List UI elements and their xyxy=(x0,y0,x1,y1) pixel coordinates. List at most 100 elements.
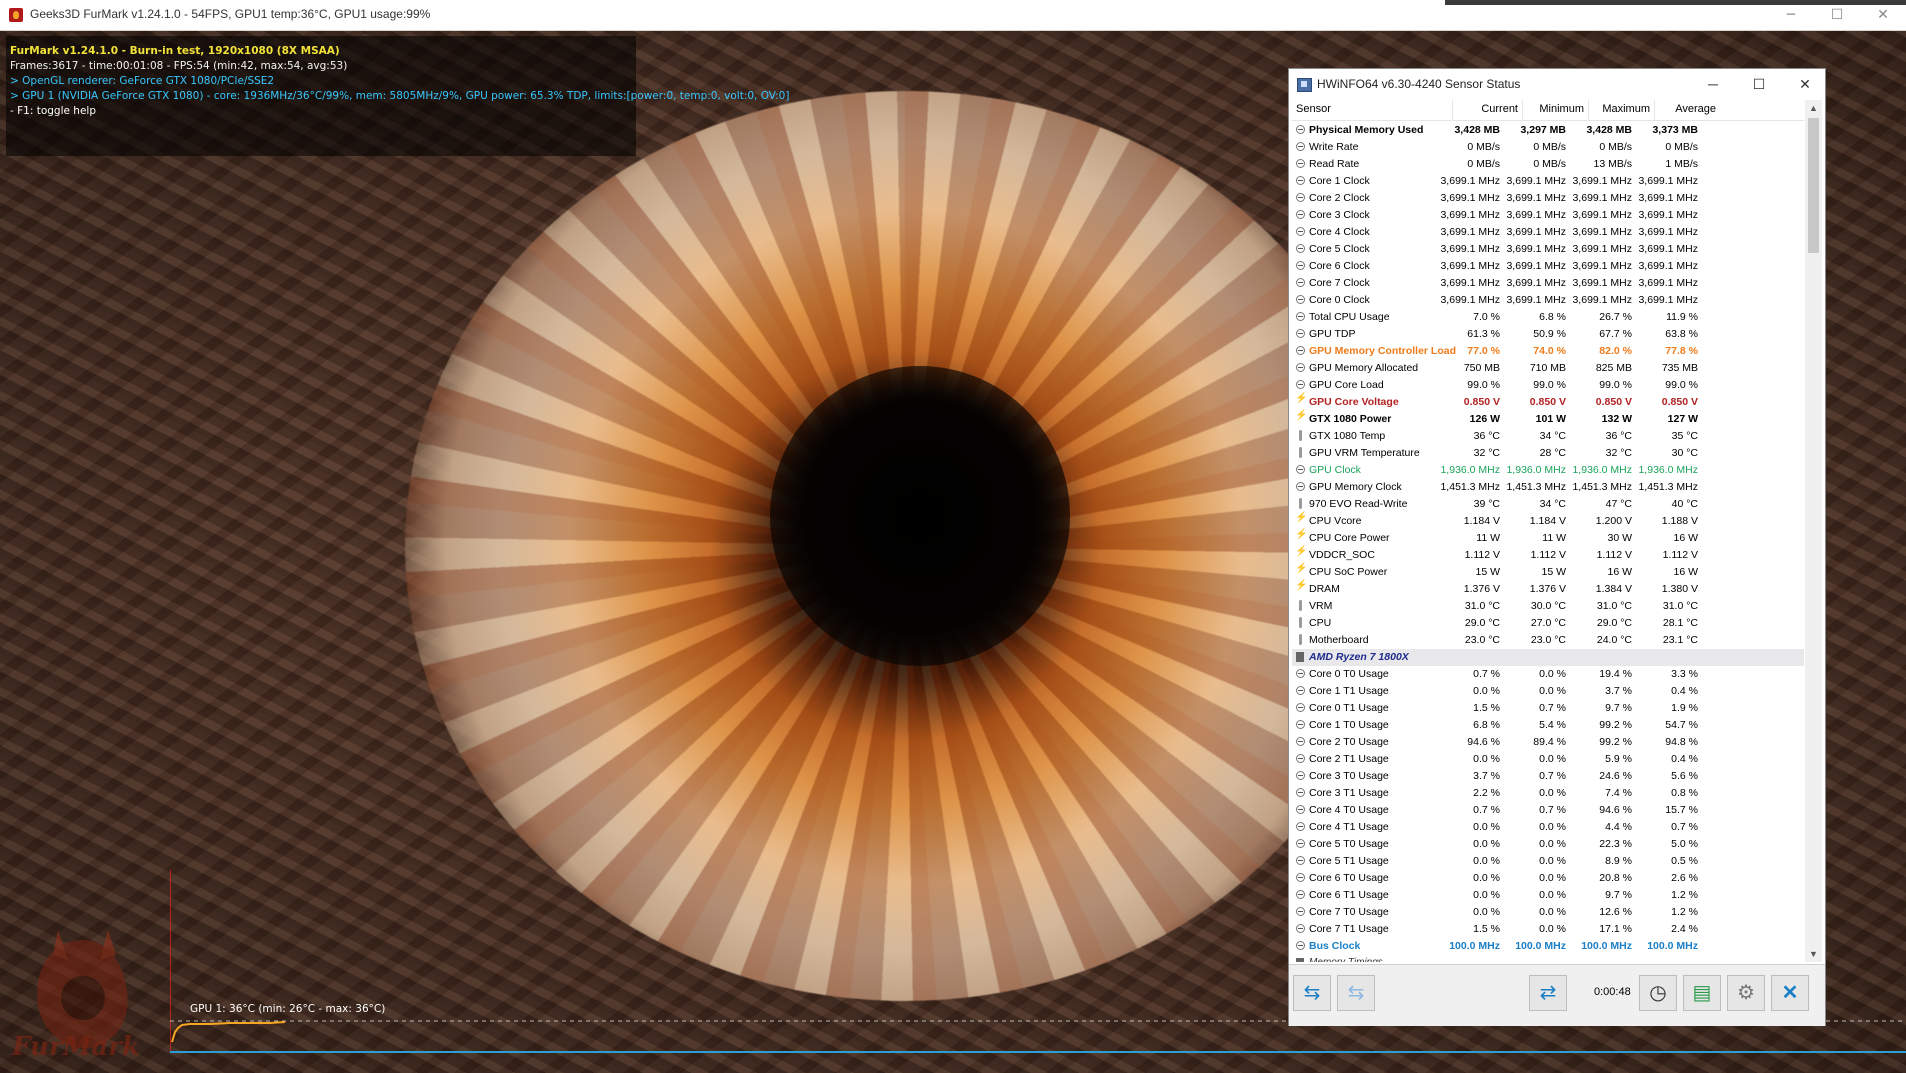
header-current[interactable]: Current xyxy=(1456,103,1518,115)
average-value: 3,699.1 MHz xyxy=(1638,209,1698,221)
sensor-row[interactable]: Core 7 Clock 3,699.1 MHz 3,699.1 MHz 3,699.… xyxy=(1292,275,1804,292)
clock-reset-icon[interactable]: ◷ xyxy=(1639,975,1677,1011)
header-divider[interactable] xyxy=(1452,100,1453,120)
header-sensor[interactable]: Sensor xyxy=(1296,103,1331,115)
current-value: 3,699.1 MHz xyxy=(1440,243,1500,255)
sensor-row[interactable]: Core 5 Clock 3,699.1 MHz 3,699.1 MHz 3,699.… xyxy=(1292,241,1804,258)
sensor-name: Core 5 Clock xyxy=(1309,243,1370,255)
average-value: 23.1 °C xyxy=(1662,634,1698,646)
sensor-row[interactable]: Core 6 Clock 3,699.1 MHz 3,699.1 MHz 3,699.… xyxy=(1292,258,1804,275)
maximum-value: 3,699.1 MHz xyxy=(1572,260,1632,272)
current-value: 3,699.1 MHz xyxy=(1440,209,1500,221)
sensor-group-row[interactable]: Memory Timings xyxy=(1292,955,1804,962)
sensor-row[interactable]: Physical Memory Used 3,428 MB 3,297 MB 3,42… xyxy=(1292,122,1804,139)
sensor-row[interactable]: Core 2 Clock 3,699.1 MHz 3,699.1 MHz 3,699.… xyxy=(1292,190,1804,207)
hwinfo-minimize-button[interactable]: ─ xyxy=(1695,72,1731,96)
current-value: 3,699.1 MHz xyxy=(1440,192,1500,204)
sensor-row[interactable]: Core 1 T0 Usage 6.8 % 5.4 % 99.2 % 54.7 % xyxy=(1292,717,1804,734)
scroll-down-arrow-icon[interactable]: ▼ xyxy=(1805,946,1822,962)
sensor-row[interactable]: GTX 1080 Temp 36 °C 34 °C 36 °C 35 °C xyxy=(1292,428,1804,445)
sensor-name: CPU SoC Power xyxy=(1309,566,1388,578)
switch-layout-button[interactable]: ⇄ xyxy=(1529,975,1567,1011)
sensor-row[interactable]: Read Rate 0 MB/s 0 MB/s 13 MB/s 1 MB/s xyxy=(1292,156,1804,173)
header-minimum[interactable]: Minimum xyxy=(1522,103,1584,115)
sensor-row[interactable]: DRAM 1.376 V 1.376 V 1.384 V 1.380 V xyxy=(1292,580,1804,598)
sensor-row[interactable]: GTX 1080 Power 126 W 101 W 132 W 127 W xyxy=(1292,410,1804,428)
sensor-row[interactable]: Core 1 Clock 3,699.1 MHz 3,699.1 MHz 3,699.… xyxy=(1292,173,1804,190)
expand-collapse-right-button[interactable]: ⇆ xyxy=(1337,975,1375,1011)
average-value: 127 W xyxy=(1667,413,1698,425)
sensor-row[interactable]: Core 4 Clock 3,699.1 MHz 3,699.1 MHz 3,699.… xyxy=(1292,224,1804,241)
sensor-row[interactable]: CPU Core Power 11 W 11 W 30 W 16 W xyxy=(1292,529,1804,547)
expand-collapse-left-button[interactable]: ⇆ xyxy=(1293,975,1331,1011)
sensor-row[interactable]: CPU SoC Power 15 W 15 W 16 W 16 W xyxy=(1292,563,1804,581)
sensor-row[interactable]: GPU Memory Controller Load 77.0 % 74.0 % 82… xyxy=(1292,343,1804,360)
sensor-row[interactable]: Core 5 T1 Usage 0.0 % 0.0 % 8.9 % 0.5 % xyxy=(1292,853,1804,870)
sensor-row[interactable]: GPU Memory Allocated 750 MB 710 MB 825 MB 73… xyxy=(1292,360,1804,377)
sensor-row[interactable]: Core 3 T0 Usage 3.7 % 0.7 % 24.6 % 5.6 % xyxy=(1292,768,1804,785)
sensor-row[interactable]: GPU TDP 61.3 % 50.9 % 67.7 % 63.8 % xyxy=(1292,326,1804,343)
sensor-table: Physical Memory Used 3,428 MB 3,297 MB 3,42… xyxy=(1292,122,1804,962)
thermometer-icon xyxy=(1296,430,1305,441)
average-value: 3,699.1 MHz xyxy=(1638,243,1698,255)
minimize-button[interactable]: ─ xyxy=(1768,0,1814,31)
hwinfo-close-button[interactable]: ✕ xyxy=(1787,72,1823,96)
sensor-row[interactable]: Core 7 T1 Usage 1.5 % 0.0 % 17.1 % 2.4 % xyxy=(1292,921,1804,938)
close-sensors-icon[interactable]: ✕ xyxy=(1771,975,1809,1011)
sensor-row[interactable]: Total CPU Usage 7.0 % 6.8 % 26.7 % 11.9 % xyxy=(1292,309,1804,326)
sensor-row[interactable]: Core 6 T1 Usage 0.0 % 0.0 % 9.7 % 1.2 % xyxy=(1292,887,1804,904)
minimum-value: 5.4 % xyxy=(1539,719,1566,731)
scrollbar-thumb[interactable] xyxy=(1808,118,1819,253)
sensor-row[interactable]: Core 4 T0 Usage 0.7 % 0.7 % 94.6 % 15.7 % xyxy=(1292,802,1804,819)
sensor-row[interactable]: VRM 31.0 °C 30.0 °C 31.0 °C 31.0 °C xyxy=(1292,598,1804,615)
scroll-up-arrow-icon[interactable]: ▲ xyxy=(1805,100,1822,116)
sensor-group-row[interactable]: AMD Ryzen 7 1800X xyxy=(1292,649,1804,666)
sensor-row[interactable]: Core 0 T0 Usage 0.7 % 0.0 % 19.4 % 3.3 % xyxy=(1292,666,1804,683)
hwinfo-titlebar[interactable]: HWiNFO64 v6.30-4240 Sensor Status ─ ☐ ✕ xyxy=(1289,69,1825,99)
sensor-row[interactable]: CPU 29.0 °C 27.0 °C 29.0 °C 28.1 °C xyxy=(1292,615,1804,632)
sensor-row[interactable]: Core 1 T1 Usage 0.0 % 0.0 % 3.7 % 0.4 % xyxy=(1292,683,1804,700)
sensor-row[interactable]: GPU Clock 1,936.0 MHz 1,936.0 MHz 1,936.0 M… xyxy=(1292,462,1804,479)
sensor-row[interactable]: GPU Memory Clock 1,451.3 MHz 1,451.3 MHz 1,… xyxy=(1292,479,1804,496)
header-average[interactable]: Average xyxy=(1654,103,1716,115)
maximize-button[interactable]: ☐ xyxy=(1814,0,1860,31)
minimum-value: 710 MB xyxy=(1529,362,1566,374)
sensor-table-scrollbar[interactable]: ▲ ▼ xyxy=(1805,100,1822,962)
hwinfo-maximize-button[interactable]: ☐ xyxy=(1741,72,1777,96)
sensor-icon xyxy=(1296,839,1305,848)
sensor-row[interactable]: Write Rate 0 MB/s 0 MB/s 0 MB/s 0 MB/s xyxy=(1292,139,1804,156)
sensor-row[interactable]: Core 5 T0 Usage 0.0 % 0.0 % 22.3 % 5.0 % xyxy=(1292,836,1804,853)
sensor-icon xyxy=(1296,941,1305,950)
logging-icon[interactable]: ▤ xyxy=(1683,975,1721,1011)
header-maximum[interactable]: Maximum xyxy=(1588,103,1650,115)
sensor-row[interactable]: Core 7 T0 Usage 0.0 % 0.0 % 12.6 % 1.2 % xyxy=(1292,904,1804,921)
sensor-row[interactable]: Bus Clock 100.0 MHz 100.0 MHz 100.0 MHz 100.… xyxy=(1292,938,1804,955)
sensor-row[interactable]: GPU VRM Temperature 32 °C 28 °C 32 °C 30 °C xyxy=(1292,445,1804,462)
current-value: 100.0 MHz xyxy=(1449,940,1500,952)
average-value: 31.0 °C xyxy=(1662,600,1698,612)
sensor-row[interactable]: Motherboard 23.0 °C 23.0 °C 24.0 °C 23.1 °C xyxy=(1292,632,1804,649)
sensor-row[interactable]: CPU Vcore 1.184 V 1.184 V 1.200 V 1.188 V xyxy=(1292,512,1804,530)
sensor-row[interactable]: Core 3 T1 Usage 2.2 % 0.0 % 7.4 % 0.8 % xyxy=(1292,785,1804,802)
maximum-value: 22.3 % xyxy=(1599,838,1632,850)
sensor-row[interactable]: Core 2 T1 Usage 0.0 % 0.0 % 5.9 % 0.4 % xyxy=(1292,751,1804,768)
sensor-row[interactable]: Core 0 T1 Usage 1.5 % 0.7 % 9.7 % 1.9 % xyxy=(1292,700,1804,717)
sensor-row[interactable]: Core 0 Clock 3,699.1 MHz 3,699.1 MHz 3,699.… xyxy=(1292,292,1804,309)
sensor-row[interactable]: VDDCR_SOC 1.112 V 1.112 V 1.112 V 1.112 V xyxy=(1292,546,1804,564)
sensor-row[interactable]: GPU Core Voltage 0.850 V 0.850 V 0.850 V 0.8… xyxy=(1292,393,1804,411)
sensor-row[interactable]: Core 6 T0 Usage 0.0 % 0.0 % 20.8 % 2.6 % xyxy=(1292,870,1804,887)
minimum-value: 100.0 MHz xyxy=(1515,940,1566,952)
sensor-row[interactable]: GPU Core Load 99.0 % 99.0 % 99.0 % 99.0 % xyxy=(1292,377,1804,394)
sensor-row[interactable]: 970 EVO Read-Write 39 °C 34 °C 47 °C 40 °C xyxy=(1292,496,1804,513)
sensor-row[interactable]: Core 2 T0 Usage 94.6 % 89.4 % 99.2 % 94.8 % xyxy=(1292,734,1804,751)
average-value: 3,699.1 MHz xyxy=(1638,175,1698,187)
close-button[interactable]: ✕ xyxy=(1860,0,1906,31)
sensor-row[interactable]: Core 3 Clock 3,699.1 MHz 3,699.1 MHz 3,699.… xyxy=(1292,207,1804,224)
current-value: 1.184 V xyxy=(1463,515,1500,527)
sensor-row[interactable]: Core 4 T1 Usage 0.0 % 0.0 % 4.4 % 0.7 % xyxy=(1292,819,1804,836)
maximum-value: 3.7 % xyxy=(1605,685,1632,697)
sensor-icon xyxy=(1296,210,1305,219)
settings-gear-icon[interactable]: ⚙ xyxy=(1727,975,1765,1011)
minimum-value: 27.0 °C xyxy=(1530,617,1566,629)
average-value: 1.188 V xyxy=(1661,515,1698,527)
